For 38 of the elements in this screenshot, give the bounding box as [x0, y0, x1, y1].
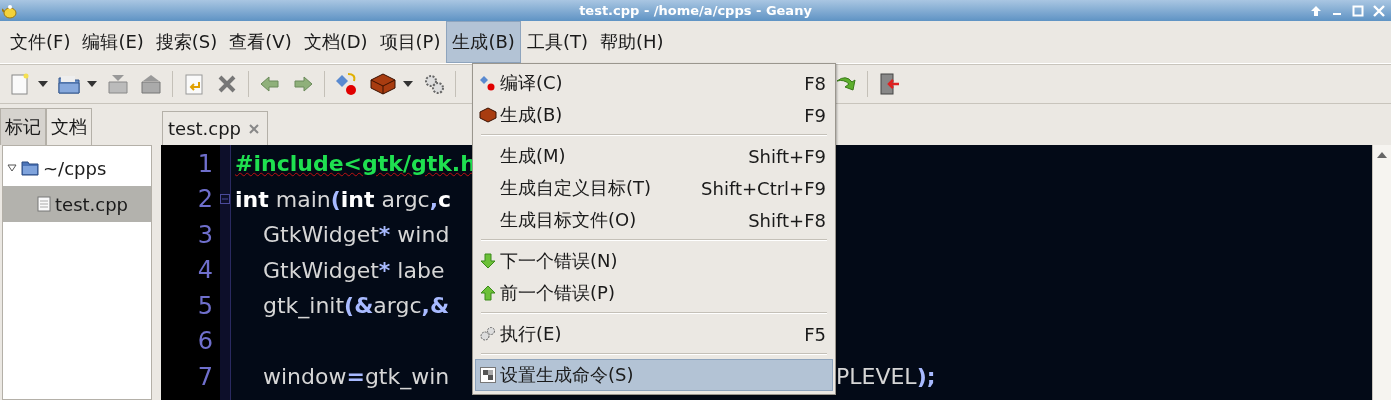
- menu-item[interactable]: 设置生成命令(S): [475, 359, 833, 391]
- menu-item[interactable]: 编译(C) F8: [475, 67, 833, 99]
- menu-item[interactable]: 项目(P): [373, 21, 447, 63]
- menu-item[interactable]: 生成(B): [446, 21, 521, 63]
- menu-item[interactable]: 搜索(S): [149, 21, 224, 63]
- line-number: 6: [197, 327, 213, 356]
- line-number: 2: [197, 185, 213, 214]
- menu-item[interactable]: 生成自定义目标(T) Shift+Ctrl+F9: [475, 172, 833, 204]
- code-line: GtkWidget* labe: [261, 257, 445, 283]
- line-number: 5: [197, 291, 213, 320]
- tree-item[interactable]: test.cpp: [3, 186, 151, 222]
- window-title: test.cpp - /home/a/cpps - Geany: [579, 3, 812, 18]
- code-line: #include<gtk/gtk.h: [235, 151, 476, 177]
- tree-item[interactable]: ~/cpps: [3, 150, 151, 186]
- menu-item[interactable]: 前一个错误(P): [475, 277, 833, 309]
- menu-item[interactable]: 下一个错误(N): [475, 245, 833, 277]
- menu-item[interactable]: 查看(V): [223, 21, 298, 63]
- line-number: 4: [197, 256, 213, 285]
- code-text: PLEVEL);: [836, 364, 936, 390]
- line-number: 3: [197, 220, 213, 249]
- code-line: GtkWidget* wind: [261, 222, 450, 248]
- sidebar-tab[interactable]: 文档: [46, 108, 92, 145]
- editor-tab[interactable]: test.cpp: [162, 111, 269, 145]
- sidebar-tab[interactable]: 标记: [0, 108, 46, 145]
- menu-item[interactable]: 生成(M) Shift+F9: [475, 140, 833, 172]
- menu-item[interactable]: 生成目标文件(O) Shift+F8: [475, 204, 833, 236]
- menu-item[interactable]: 工具(T): [520, 21, 594, 63]
- menu-item[interactable]: 文档(D): [297, 21, 374, 63]
- menu-item[interactable]: 生成(B) F9: [475, 99, 833, 131]
- line-number: 7: [197, 362, 213, 391]
- menu-item[interactable]: 帮助(H): [593, 21, 670, 63]
- code-line: window=gtk_win: [261, 364, 450, 390]
- code-line: gtk_init(&argc,&: [261, 293, 450, 319]
- code-line: int main(int argc,c: [235, 186, 452, 212]
- menu-item[interactable]: 编辑(E): [76, 21, 150, 63]
- menu-item[interactable]: 执行(E) F5: [475, 318, 833, 350]
- line-number: 1: [197, 149, 213, 178]
- menu-item[interactable]: 文件(F): [4, 21, 77, 63]
